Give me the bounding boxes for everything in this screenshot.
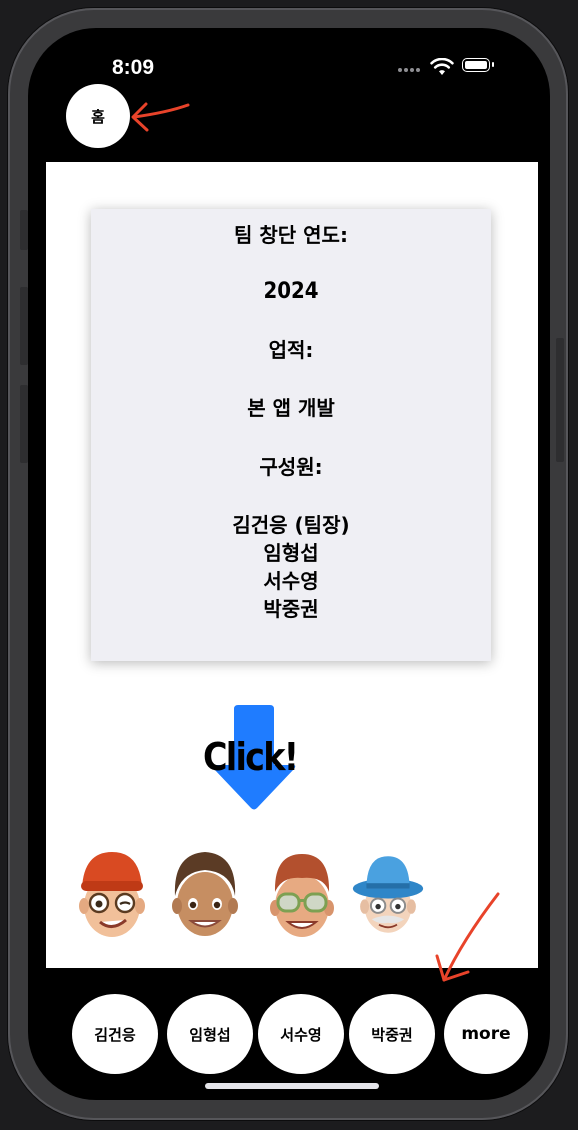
signal-dots-icon (398, 68, 422, 74)
memoji-blue-hat-icon[interactable] (352, 848, 424, 940)
team-info-card: 팀 창단 연도: 2024 업적: 본 앱 개발 구성원: 김건응 (팀장) 임… (91, 209, 491, 661)
achievements-value: 본 앱 개발 (247, 396, 335, 420)
battery-icon (462, 58, 494, 72)
home-button[interactable]: 홈 (66, 84, 130, 148)
member-name: 임형섭 (263, 541, 319, 565)
memoji-brown-hair-icon[interactable] (169, 848, 241, 940)
achievements-label: 업적: (268, 338, 314, 362)
members-label: 구성원: (259, 455, 323, 479)
founded-label: 팀 창단 연도: (234, 223, 348, 247)
founded-year: 2024 (263, 279, 319, 304)
tab-member-3[interactable]: 서수영 (258, 994, 344, 1074)
memoji-red-beanie-icon[interactable] (76, 848, 148, 940)
tab-member-2[interactable]: 임형섭 (167, 994, 253, 1074)
more-button[interactable]: more (444, 994, 528, 1074)
silent-switch (20, 210, 28, 250)
status-time: 8:09 (112, 56, 155, 79)
wifi-icon (430, 58, 454, 75)
tab-member-4[interactable]: 박중권 (349, 994, 435, 1074)
click-button[interactable]: Click! (201, 705, 311, 815)
member-name: 김건응 (팀장) (232, 513, 350, 537)
member-name: 서수영 (263, 569, 319, 593)
volume-up-button (20, 287, 28, 365)
annotation-arrow-icon (131, 102, 190, 132)
volume-down-button (20, 385, 28, 463)
power-button (556, 338, 564, 462)
member-name: 박중권 (263, 597, 319, 621)
click-label: Click! (203, 735, 299, 779)
main-content: 팀 창단 연도: 2024 업적: 본 앱 개발 구성원: 김건응 (팀장) 임… (46, 162, 538, 968)
tab-member-1[interactable]: 김건응 (72, 994, 158, 1074)
home-indicator[interactable] (205, 1083, 379, 1089)
phone-screen: 8:09 홈 팀 창단 연도: 2024 업적: 본 앱 개발 구성원: 김건응… (28, 28, 550, 1100)
memoji-green-glasses-icon[interactable] (266, 848, 338, 940)
annotation-arrow-icon (435, 892, 500, 982)
